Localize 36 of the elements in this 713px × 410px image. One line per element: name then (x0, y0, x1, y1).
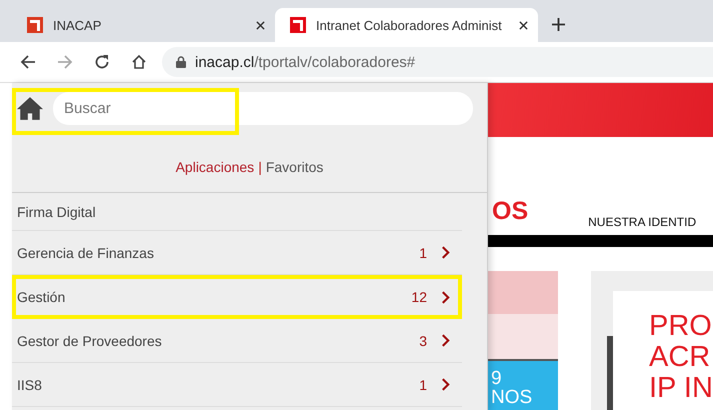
search-field[interactable]: Buscar (53, 92, 473, 124)
home-icon[interactable] (131, 54, 147, 70)
menu-item[interactable]: IIS8 1 (12, 363, 462, 407)
tile-text: 9 (491, 369, 502, 388)
home-icon[interactable] (17, 96, 43, 120)
browser-tab[interactable]: INACAP (12, 8, 275, 42)
logo-icon (27, 17, 43, 33)
menu-item[interactable]: Gestión 12 (12, 275, 462, 319)
chevron-icon (441, 378, 450, 391)
new-tab-icon[interactable] (552, 18, 565, 31)
browser-tab[interactable]: Intranet Colaboradores Administ (275, 8, 538, 42)
card-title: ACR (649, 342, 712, 373)
chevron-icon (441, 246, 450, 259)
card-title: IP IN (649, 373, 713, 404)
menu-item[interactable]: Gerencia de Finanzas 1 (12, 231, 462, 275)
tile-text: NOS (491, 388, 532, 407)
nav-item[interactable]: NUESTRA IDENTID (588, 215, 696, 229)
close-icon[interactable] (519, 20, 528, 30)
close-icon[interactable] (256, 20, 265, 30)
page-heading: OS (492, 197, 528, 226)
lock-icon (176, 56, 186, 68)
separator: | (258, 158, 262, 174)
section-link[interactable]: Aplicaciones (176, 158, 254, 174)
chevron-icon (441, 290, 450, 304)
url-domain: inacap.cl (195, 54, 254, 70)
address-bar[interactable]: inacap.cl/tportalv/colaboradores# (162, 47, 713, 77)
back-icon[interactable] (20, 54, 36, 70)
menu-item[interactable]: Firma Digital (12, 193, 462, 231)
card-title: PRO (649, 311, 713, 342)
tile (487, 271, 558, 314)
url-path: /tportalv/colaboradores# (254, 54, 416, 70)
section-link[interactable]: Favoritos (266, 158, 324, 174)
menu-item[interactable]: Gestor de Proveedores 3 (12, 319, 462, 363)
reload-icon[interactable] (94, 54, 110, 70)
logo-icon (290, 17, 306, 33)
chevron-icon (441, 334, 450, 347)
